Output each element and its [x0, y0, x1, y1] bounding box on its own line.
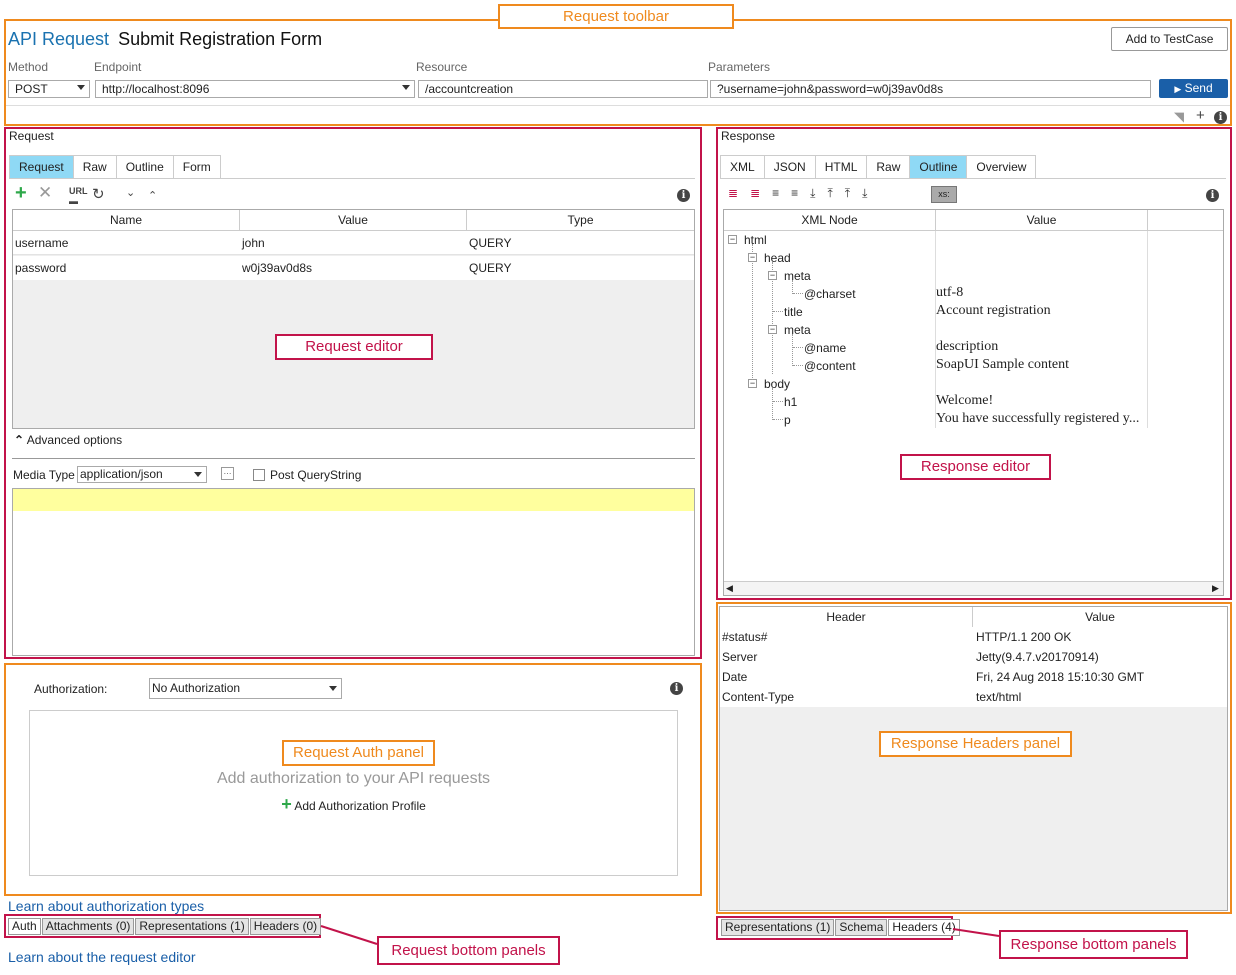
request-bottom-connector: [320, 925, 378, 945]
response-bottom-connector: [952, 928, 1000, 937]
callout-connectors: [320, 925, 1000, 945]
